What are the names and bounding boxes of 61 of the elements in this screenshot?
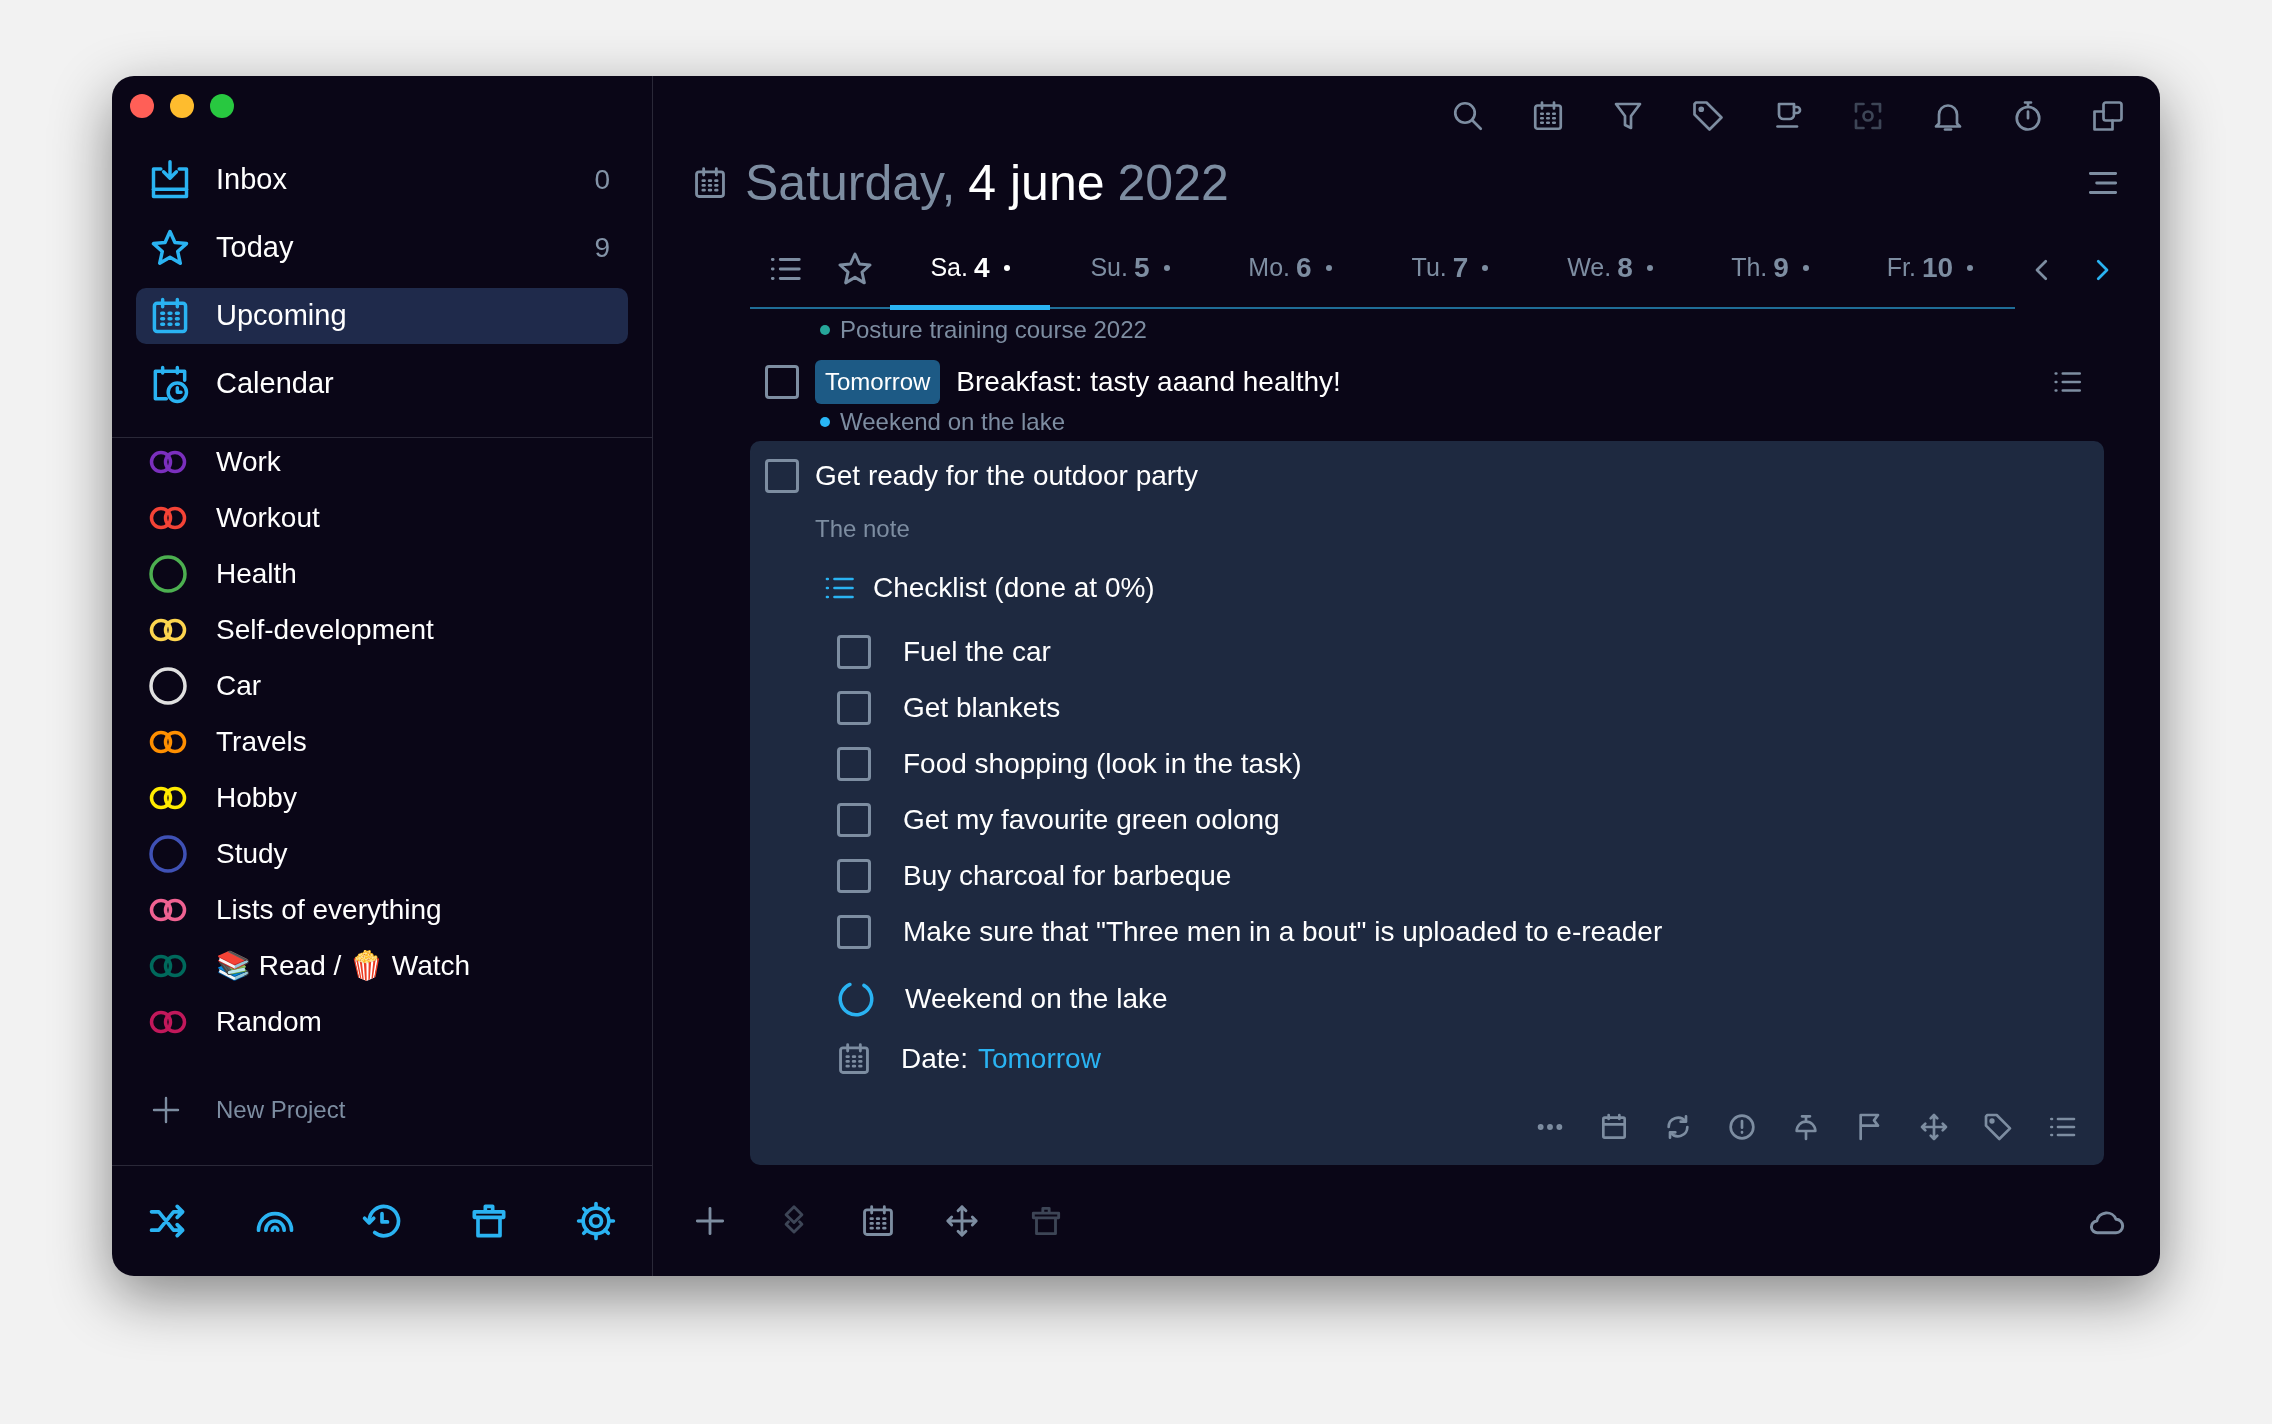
close-button[interactable] — [130, 94, 154, 118]
copy-icon[interactable] — [2090, 98, 2126, 134]
settings-icon[interactable] — [574, 1199, 618, 1243]
project-label: Weekend on the lake — [840, 407, 1066, 437]
tag-icon[interactable] — [1690, 98, 1726, 134]
task-note: The note — [814, 514, 911, 544]
move-icon[interactable] — [1918, 1111, 1950, 1143]
date-value[interactable]: Tomorrow — [977, 1038, 1101, 1080]
project-label[interactable]: Weekend on the lake — [905, 978, 1168, 1020]
checklist-item: Get blankets — [903, 691, 1061, 725]
new-project-button[interactable]: New Project — [148, 1086, 652, 1134]
date-label: Date: — [901, 1042, 968, 1076]
minimize-button[interactable] — [170, 94, 194, 118]
day-tab[interactable]: Th. 9 — [1690, 230, 1850, 310]
sidebar-item[interactable]: Today 9 — [136, 220, 628, 276]
checkbox[interactable] — [837, 803, 871, 837]
checkbox[interactable] — [837, 691, 871, 725]
zoom-button[interactable] — [210, 94, 234, 118]
project-item[interactable]: Car — [148, 662, 652, 710]
project-label: Posture training course 2022 — [840, 315, 1147, 345]
checklist-item: Make sure that "Three men in a bout" is uploaded to e-reader — [903, 915, 1663, 949]
checkbox[interactable] — [837, 859, 871, 893]
sidebar-item[interactable]: Upcoming — [136, 288, 628, 344]
checkbox[interactable] — [837, 747, 871, 781]
project-item[interactable]: Random — [148, 998, 652, 1046]
project-item[interactable]: Travels — [148, 718, 652, 766]
checklist-item: Buy charcoal for barbeque — [903, 859, 1232, 893]
checklist-item: Food shopping (look in the task) — [903, 747, 1302, 781]
title-year: 2022 — [1117, 153, 1229, 213]
project-item[interactable]: 📚 Read / 🍿 Watch — [148, 942, 652, 990]
date-tag: Tomorrow — [815, 360, 941, 404]
title-weekday: Saturday, — [745, 153, 956, 213]
sidebar-item[interactable]: Inbox 0 — [136, 152, 628, 208]
task-title: Get ready for the outdoor party — [815, 459, 1198, 493]
item-count: 9 — [594, 231, 610, 265]
project-item[interactable]: Workout — [148, 494, 652, 542]
day-tab[interactable]: Fr. 10 — [1850, 230, 2010, 310]
project-item[interactable]: Lists of everything — [148, 886, 652, 934]
checkbox[interactable] — [765, 365, 799, 399]
day-tab[interactable]: We. 8 — [1530, 230, 1690, 310]
item-count: 0 — [594, 163, 610, 197]
day-tab[interactable]: Tu. 7 — [1370, 230, 1530, 310]
day-tab[interactable]: Mo. 6 — [1210, 230, 1370, 310]
checklist-item: Fuel the car — [903, 635, 1051, 669]
day-tab[interactable]: Sa. 4 — [890, 230, 1050, 310]
exclamation-icon[interactable] — [1726, 1111, 1758, 1143]
checklist-item: Get my favourite green oolong — [903, 803, 1280, 837]
day-tab[interactable]: Su. 5 — [1050, 230, 1210, 310]
checkbox[interactable] — [765, 459, 799, 493]
sidebar-item[interactable]: Calendar — [136, 356, 628, 412]
task-title[interactable]: Breakfast: tasty aaand healthy! — [956, 361, 1341, 403]
project-item[interactable]: Hobby — [148, 774, 652, 822]
checkbox[interactable] — [837, 915, 871, 949]
title-date: 4 june — [968, 153, 1105, 213]
project-item[interactable]: Health — [148, 550, 652, 598]
project-item[interactable]: Self-development — [148, 606, 652, 654]
checklist-title: Checklist (done at 0%) — [873, 571, 1155, 605]
checkbox[interactable] — [837, 635, 871, 669]
project-item[interactable]: Work — [148, 438, 652, 486]
project-item[interactable]: Study — [148, 830, 652, 878]
tag-icon[interactable] — [1982, 1111, 2014, 1143]
